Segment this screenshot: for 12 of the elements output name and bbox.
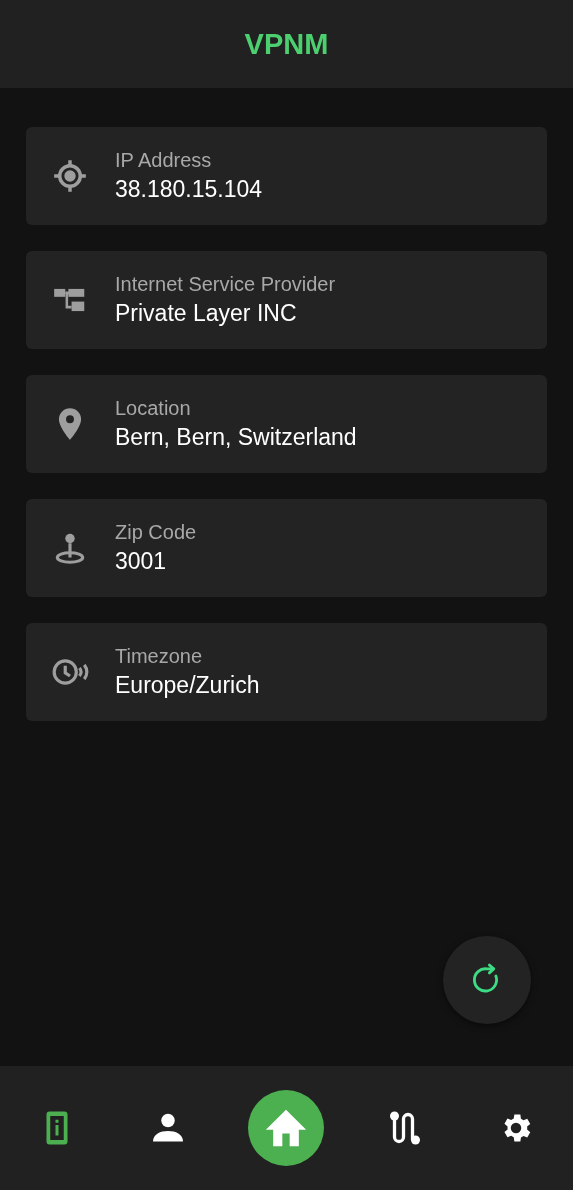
- field-value: 38.180.15.104: [115, 176, 263, 203]
- field-label: IP Address: [115, 149, 213, 172]
- field-label: Timezone: [115, 645, 204, 668]
- field-label: Zip Code: [115, 521, 197, 544]
- field-value: 3001: [115, 548, 168, 575]
- field-value: Private Layer INC: [115, 300, 298, 327]
- field-label: Location: [115, 397, 192, 420]
- field-label: Internet Service Provider: [115, 273, 336, 296]
- field-value: Europe/Zurich: [115, 672, 260, 699]
- target-icon: [51, 157, 89, 195]
- field-value: Bern, Bern, Switzerland: [115, 424, 357, 451]
- app-title: VPNM: [244, 27, 329, 61]
